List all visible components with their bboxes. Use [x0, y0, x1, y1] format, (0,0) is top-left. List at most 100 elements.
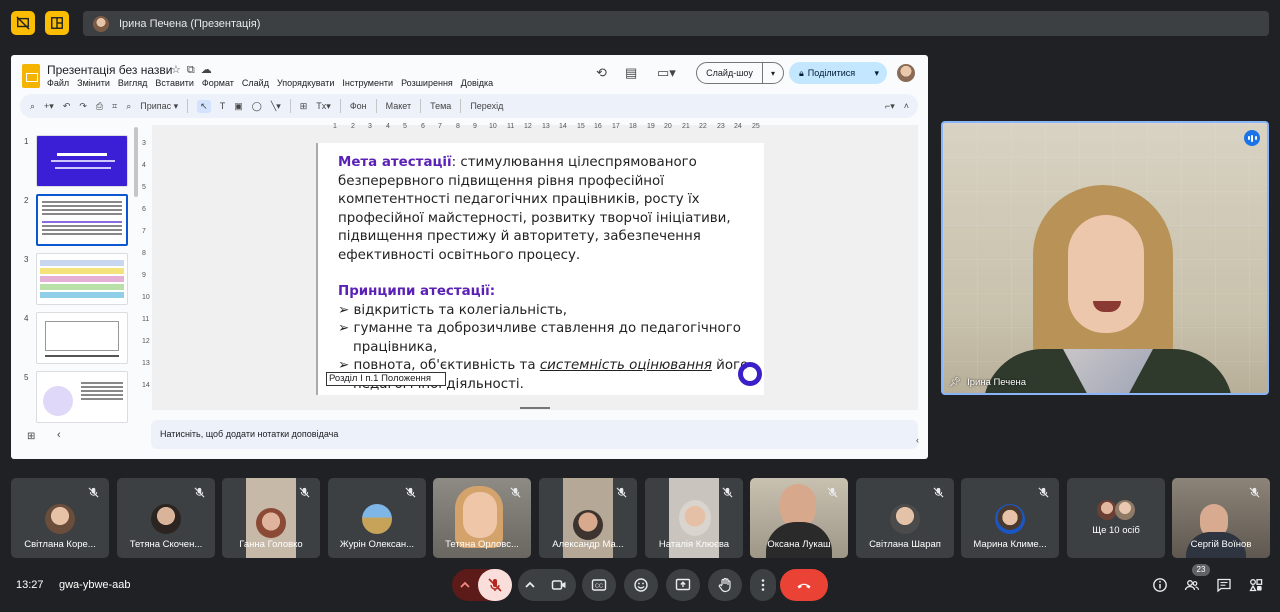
- slide-thumbnail-1[interactable]: [36, 135, 128, 187]
- participant-tile[interactable]: Александр Ма...: [539, 478, 637, 558]
- select-cursor-icon[interactable]: ↖: [197, 99, 211, 113]
- zoom-fit-select[interactable]: Припас ▾: [140, 101, 178, 112]
- paint-format-icon[interactable]: ⌗: [112, 101, 117, 112]
- layout-icon[interactable]: [45, 11, 69, 35]
- search-icon[interactable]: ⌕: [30, 101, 35, 112]
- captions-icon: CC: [591, 579, 607, 591]
- slide-thumbnail-2[interactable]: [36, 194, 128, 246]
- avatar: [679, 500, 711, 536]
- divider: [420, 99, 422, 113]
- participant-tile[interactable]: Тетяна Орловс...: [433, 478, 531, 558]
- leave-call-button[interactable]: [780, 569, 828, 601]
- current-slide[interactable]: Мета атестації: стимулювання цілеспрямов…: [316, 143, 764, 395]
- line-icon[interactable]: ╲▾: [271, 101, 281, 112]
- audio-options-button[interactable]: [452, 569, 478, 601]
- chevron-left-icon[interactable]: ‹: [57, 429, 61, 441]
- chat-button[interactable]: [1214, 575, 1234, 595]
- pen-icon[interactable]: ⌐▾: [885, 101, 895, 112]
- participant-name: Тетяна Скочен...: [129, 539, 203, 550]
- comment-icon[interactable]: ▤: [625, 65, 637, 81]
- mic-off-icon: [1249, 487, 1260, 498]
- shape-icon[interactable]: ◯: [252, 101, 262, 112]
- mic-off-button[interactable]: [478, 569, 512, 601]
- transition-button[interactable]: Перехід: [470, 101, 503, 111]
- meeting-code[interactable]: gwa-ybwe-aab: [59, 579, 131, 591]
- people-button[interactable]: [1182, 575, 1202, 595]
- speaker-notes[interactable]: Натисніть, щоб додати нотатки доповідача: [151, 420, 918, 449]
- activities-button[interactable]: [1246, 575, 1266, 595]
- share-button[interactable]: 🔒︎ Поділитися ▾: [789, 62, 887, 84]
- more-participants-tile[interactable]: Ще 10 осіб: [1067, 478, 1165, 558]
- participant-tile[interactable]: Оксана Лукаш: [750, 478, 848, 558]
- menu-edit[interactable]: Змінити: [77, 78, 110, 88]
- layout-button[interactable]: Макет: [386, 101, 411, 111]
- camera-button[interactable]: [542, 569, 576, 601]
- participant-tile[interactable]: Сергій Воїнов: [1172, 478, 1270, 558]
- participant-tile[interactable]: Марина Климе...: [961, 478, 1059, 558]
- pin-icon[interactable]: 📌︎: [949, 377, 961, 388]
- participant-tile[interactable]: Світлана Шарап: [856, 478, 954, 558]
- speaker-video-tile[interactable]: 📌︎ Ірина Печена: [941, 121, 1269, 395]
- captions-button[interactable]: CC: [582, 569, 616, 601]
- grid-view-icon[interactable]: ⊞: [27, 431, 35, 442]
- lock-icon: 🔒︎: [799, 67, 804, 78]
- menu-extensions[interactable]: Розширення: [401, 78, 453, 88]
- comment-add-icon[interactable]: ⊞: [300, 101, 308, 112]
- menu-arrange[interactable]: Упорядкувати: [277, 78, 334, 88]
- menu-slide[interactable]: Слайд: [242, 78, 269, 88]
- raise-hand-button[interactable]: [708, 569, 742, 601]
- reactions-button[interactable]: [624, 569, 658, 601]
- presentation-off-icon[interactable]: [11, 11, 35, 35]
- participant-name: Тетяна Орловс...: [445, 539, 519, 550]
- hangup-icon: [797, 583, 811, 589]
- textbox-icon[interactable]: T: [220, 101, 226, 111]
- menu-format[interactable]: Формат: [202, 78, 234, 88]
- participant-tile[interactable]: Світлана Коре...: [11, 478, 109, 558]
- divider: [460, 99, 462, 113]
- menu-help[interactable]: Довідка: [461, 78, 493, 88]
- participant-tile[interactable]: Тетяна Скочен...: [117, 478, 215, 558]
- participant-name: Світлана Шарап: [869, 539, 941, 550]
- slide-thumbnail-3[interactable]: [36, 253, 128, 305]
- chevron-left-icon[interactable]: ‹: [916, 435, 928, 451]
- video-options-button[interactable]: [518, 569, 542, 601]
- print-icon[interactable]: ⎙: [96, 101, 103, 112]
- redo-icon[interactable]: ↷: [79, 101, 87, 112]
- participant-name: Ганна Головко: [239, 539, 303, 550]
- menu-tools[interactable]: Інструменти: [342, 78, 393, 88]
- slide-number: 4: [24, 314, 29, 323]
- doc-title[interactable]: Презентація без назви: [47, 63, 173, 77]
- chevron-up-icon[interactable]: ˄: [904, 101, 909, 111]
- avatar[interactable]: [897, 64, 915, 82]
- theme-button[interactable]: Тема: [430, 101, 451, 111]
- new-slide-icon[interactable]: +▾: [44, 101, 54, 112]
- speaker-face: [1068, 215, 1144, 333]
- clear-format-icon[interactable]: Tx▾: [316, 101, 331, 112]
- participant-name: Александр Ма...: [552, 539, 624, 550]
- participant-tile[interactable]: Ганна Головко: [222, 478, 320, 558]
- menu-view[interactable]: Вигляд: [118, 78, 148, 88]
- image-icon[interactable]: ▣: [234, 101, 243, 112]
- slide-thumbnail-4[interactable]: [36, 312, 128, 364]
- menu-file[interactable]: Файл: [47, 78, 69, 88]
- menu-insert[interactable]: Вставити: [155, 78, 194, 88]
- notes-resize-handle[interactable]: [520, 407, 550, 409]
- chevron-down-icon[interactable]: ▾: [763, 69, 783, 78]
- horizontal-ruler: 1 2 3 4 5 6 7 8 9 10 11 12 13 14 15 16 1…: [333, 123, 760, 130]
- undo-icon[interactable]: ↶: [63, 101, 71, 112]
- participant-tile[interactable]: Наталія Клюєва: [645, 478, 743, 558]
- meet-camera-icon[interactable]: ▭▾: [657, 65, 676, 81]
- participant-face: [463, 492, 497, 538]
- zoom-icon[interactable]: ⌕: [126, 101, 131, 112]
- history-icon[interactable]: ⟲: [596, 65, 607, 81]
- participant-tile[interactable]: Журін Олексан...: [328, 478, 426, 558]
- more-options-button[interactable]: [750, 569, 776, 601]
- present-button[interactable]: [666, 569, 700, 601]
- mic-off-icon: [299, 487, 310, 498]
- filmstrip-scrollbar[interactable]: [134, 127, 138, 197]
- background-button[interactable]: Фон: [350, 101, 367, 111]
- menu-bar: Файл Змінити Вигляд Вставити Формат Слай…: [47, 78, 493, 88]
- slideshow-button[interactable]: Слайд-шоу ▾: [696, 62, 784, 84]
- slide-thumbnail-5[interactable]: [36, 371, 128, 423]
- meeting-details-button[interactable]: [1150, 575, 1170, 595]
